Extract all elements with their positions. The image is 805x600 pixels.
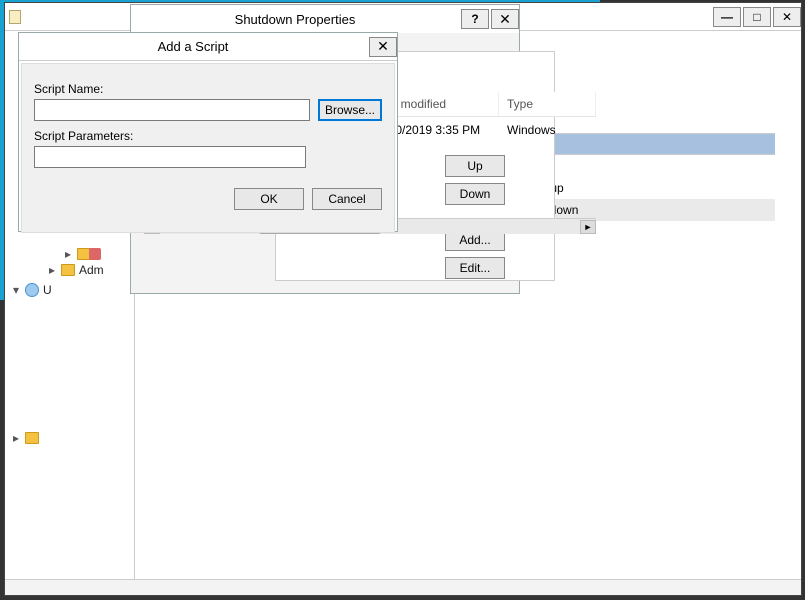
props-title: Shutdown Properties (235, 12, 356, 27)
chevron-right-icon[interactable]: ▸ (63, 247, 73, 261)
help-button[interactable]: ? (461, 9, 489, 29)
close-button[interactable]: ✕ (773, 7, 801, 27)
script-params-label: Script Parameters: (34, 129, 382, 143)
tree-item[interactable]: ▸ Adm (47, 263, 132, 277)
chevron-right-icon[interactable]: ▸ (47, 263, 57, 277)
chart-icon (89, 248, 101, 260)
editor-statusbar (5, 579, 801, 595)
props-titlebar: Shutdown Properties ? ✕ (131, 5, 519, 33)
col-type[interactable]: Type (499, 92, 596, 116)
addscr-body: Script Name: Browse... Script Parameters… (21, 63, 395, 233)
tree-item-label: U (43, 283, 52, 297)
edit-button[interactable]: Edit... (445, 257, 505, 279)
chevron-right-icon[interactable]: ▸ (11, 431, 21, 445)
tree-item[interactable]: ▾ U (11, 283, 132, 297)
close-button[interactable]: ✕ (491, 9, 519, 29)
close-button[interactable]: ✕ (369, 37, 397, 57)
script-name-label: Script Name: (34, 82, 382, 96)
script-params-input[interactable] (34, 146, 306, 168)
maximize-button[interactable]: □ (743, 7, 771, 27)
ok-button[interactable]: OK (234, 188, 304, 210)
tree-item[interactable]: ▸ (63, 247, 132, 261)
script-name-input[interactable] (34, 99, 310, 121)
add-script-dialog: Add a Script ✕ Script Name: Browse... Sc… (18, 32, 398, 232)
users-icon (25, 283, 39, 297)
app-icon (5, 10, 25, 24)
folder-icon (61, 264, 75, 276)
tree-item-label: Adm (79, 263, 104, 277)
tree-item[interactable]: ▸ (11, 431, 132, 445)
addscr-titlebar: Add a Script ✕ (19, 33, 397, 61)
file-type: Windows (499, 117, 596, 145)
chevron-down-icon[interactable]: ▾ (11, 283, 21, 297)
scroll-right-icon[interactable]: ► (580, 220, 596, 234)
addscr-title: Add a Script (158, 39, 229, 54)
browse-button[interactable]: Browse... (318, 99, 382, 121)
folder-icon (25, 432, 39, 444)
minimize-button[interactable]: — (713, 7, 741, 27)
cancel-button[interactable]: Cancel (312, 188, 382, 210)
